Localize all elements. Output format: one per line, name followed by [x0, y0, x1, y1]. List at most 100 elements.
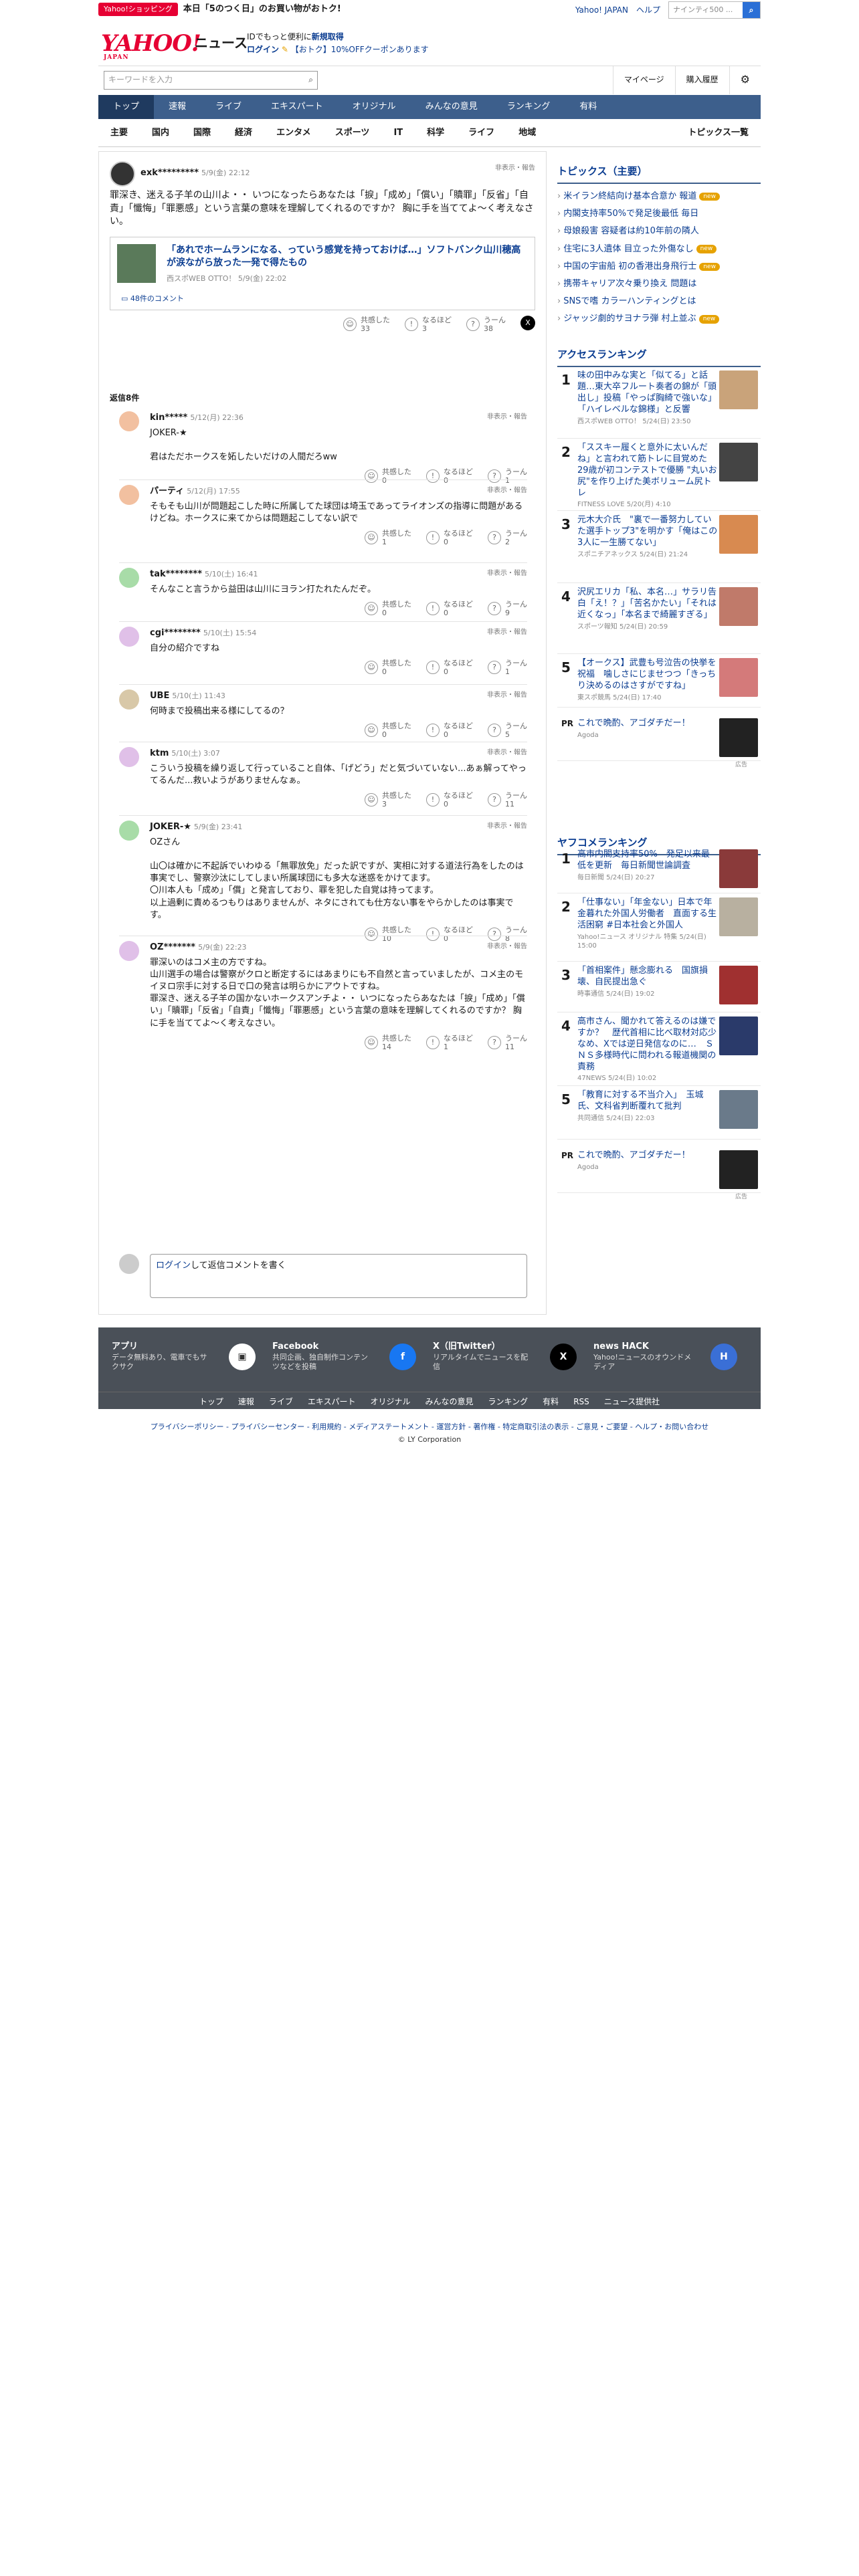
- footer-nav-link[interactable]: エキスパート: [308, 1396, 356, 1408]
- topic-title[interactable]: 携帯キャリア次々乗り換え 問題は: [563, 278, 696, 290]
- shopping-tag[interactable]: Yahoo!ショッピング: [98, 3, 178, 16]
- avatar[interactable]: [119, 627, 139, 647]
- avatar[interactable]: [119, 747, 139, 767]
- ranking-title-text[interactable]: 高市さん、聞かれて答えるのは嫌ですか？ 歴代首相に比べ取材対応少なめ、Xでは逆日…: [577, 1016, 717, 1072]
- comment-author[interactable]: tak********: [150, 569, 202, 579]
- footer-app-block[interactable]: news HACK Yahoo!ニュースのオウンドメディア H: [593, 1341, 751, 1381]
- coupon-link[interactable]: 【おトク】10%OFFクーポンあります: [291, 45, 429, 54]
- category-tab[interactable]: ライフ: [456, 127, 506, 139]
- ranking-thumbnail[interactable]: [719, 515, 758, 554]
- ranking-item[interactable]: 4 沢尻エリカ「私、本名…」サラリ告白「え！？」「苦名かたい」「それは近くなっ」「…: [557, 587, 761, 654]
- naruhodo-button[interactable]: ! なるほど 0: [426, 529, 473, 546]
- avatar[interactable]: [119, 411, 139, 431]
- pr-item[interactable]: PR これで晩酌、アゴダチだー！ Agoda 広告: [557, 1150, 761, 1200]
- nav-tab[interactable]: みんなの意見: [411, 95, 492, 119]
- topic-item[interactable]: 中国の宇宙船 初の香港出身飛行士new: [557, 258, 761, 276]
- newshack-icon[interactable]: H: [710, 1344, 737, 1370]
- comment-author[interactable]: JOKER-★: [150, 822, 191, 832]
- uun-button[interactable]: ? うーん 5: [488, 722, 527, 739]
- article-title[interactable]: 「あれでホームランになる、っていう感覚を持っておけば…」ソフトバンク山川穂高が涙…: [167, 244, 528, 270]
- footer-app-block[interactable]: X（旧Twitter） リアルタイムでニュースを配信 X: [433, 1341, 590, 1381]
- pr-title[interactable]: これで晩酌、アゴダチだー！ Agoda: [577, 718, 718, 740]
- ranking-thumbnail[interactable]: [719, 370, 758, 409]
- category-tab[interactable]: スポーツ: [323, 127, 382, 139]
- comment-author[interactable]: cgi********: [150, 628, 201, 638]
- ranking-thumbnail[interactable]: [719, 897, 758, 936]
- category-tab[interactable]: 地域: [506, 127, 548, 139]
- pr-title-text[interactable]: これで晩酌、アゴダチだー！: [577, 1150, 690, 1160]
- footer-nav-link[interactable]: ランキング: [488, 1396, 529, 1408]
- footer-nav-link[interactable]: ニュース提供社: [604, 1396, 660, 1408]
- login-link[interactable]: ログイン: [156, 1261, 191, 1271]
- login-link[interactable]: ログイン: [247, 45, 279, 54]
- uun-button[interactable]: ? うーん 38: [466, 316, 506, 333]
- naruhodo-button[interactable]: ! なるほど 0: [426, 600, 473, 617]
- comment-author[interactable]: kin*****: [150, 413, 187, 423]
- x-icon[interactable]: X: [550, 1344, 577, 1370]
- avatar[interactable]: [119, 485, 139, 505]
- ranking-thumbnail[interactable]: [719, 658, 758, 697]
- topics-list-link[interactable]: トピックス一覧: [676, 127, 761, 139]
- ranking-title[interactable]: 高市内閣支持率50% 発足以来最低を更新 毎日新聞世論調査 毎日新聞 5/24(日…: [577, 849, 718, 882]
- category-tab[interactable]: 国内: [140, 127, 181, 139]
- empathy-button[interactable]: ☺ 共感した 0: [365, 722, 411, 739]
- footer-app-block[interactable]: Facebook 共同企画、独自制作コンテンツなどを投稿 f: [272, 1341, 430, 1381]
- footer-app-block[interactable]: アプリ データ無料あり、電車でもサクサク ▣: [112, 1341, 269, 1381]
- ranking-title[interactable]: 味の田中みな実と「似てる」と話題…東大卒フルート奏者の錦が「頭出し」投稿「やっぱ…: [577, 370, 718, 426]
- topic-item[interactable]: 携帯キャリア次々乗り換え 問題は: [557, 276, 761, 293]
- help-link[interactable]: ヘルプ: [636, 5, 660, 16]
- ranking-title-text[interactable]: 「首相案件」懸念膨れる 国旗損壊、自民提出急ぐ: [577, 966, 708, 987]
- topic-item[interactable]: 内閣支持率50%で発足後最低 毎日: [557, 205, 761, 223]
- category-tab[interactable]: 経済: [223, 127, 264, 139]
- comments-link[interactable]: ▭ 48件のコメント: [121, 294, 184, 304]
- app-icon[interactable]: ▣: [229, 1344, 256, 1370]
- topic-title[interactable]: 母娘殺害 容疑者は約10年前の隣人: [563, 225, 699, 237]
- nav-tab[interactable]: エキスパート: [256, 95, 338, 119]
- ranking-item[interactable]: 2 「ススキー履くと意外に太いんだね」と言われて筋トレに目覚めた29歳が初コンテス…: [557, 443, 761, 511]
- ranking-title[interactable]: 「首相案件」懸念膨れる 国旗損壊、自民提出急ぐ 時事通信 5/24(日) 19:0…: [577, 966, 718, 998]
- comment-author[interactable]: exk*********: [140, 168, 199, 178]
- yahoo-logo[interactable]: YAHOO! JAPAN: [101, 28, 201, 61]
- ranking-title-text[interactable]: 【オークス】武豊も号泣告の快挙を祝福 噛しさにじませつつ「きっちり決めるのはさす…: [577, 658, 717, 691]
- legal-links[interactable]: プライバシーポリシー - プライバシーセンター - 利用規約 - メディアステー…: [98, 1422, 761, 1432]
- naruhodo-button[interactable]: ! なるほど 0: [426, 791, 473, 809]
- pr-title-text[interactable]: これで晩酌、アゴダチだー！: [577, 718, 690, 728]
- ranking-item[interactable]: 5 【オークス】武豊も号泣告の快挙を祝福 噛しさにじませつつ「きっちり決めるのはさ…: [557, 658, 761, 708]
- keyword-search[interactable]: キーワードを入力 ⌕: [104, 70, 318, 90]
- purchase-history-link[interactable]: 購入履歴: [674, 66, 729, 94]
- pr-item[interactable]: PR これで晩酌、アゴダチだー！ Agoda 広告: [557, 718, 761, 768]
- naruhodo-button[interactable]: ! なるほど 3: [405, 316, 452, 333]
- topic-title[interactable]: 中国の宇宙船 初の香港出身飛行士: [563, 261, 696, 273]
- ranking-thumbnail[interactable]: [719, 1090, 758, 1129]
- naruhodo-button[interactable]: ! なるほど 1: [426, 1034, 473, 1051]
- uun-button[interactable]: ? うーん 2: [488, 529, 527, 546]
- ranking-title-text[interactable]: 高市内閣支持率50% 発足以来最低を更新 毎日新聞世論調査: [577, 849, 710, 871]
- uun-button[interactable]: ? うーん 11: [488, 1034, 527, 1051]
- topic-item[interactable]: ジャッジ劇的サヨナラ弾 村上並ぶnew: [557, 310, 761, 328]
- avatar[interactable]: [119, 821, 139, 841]
- keyword-input[interactable]: キーワードを入力: [108, 74, 173, 86]
- ranking-thumbnail[interactable]: [719, 849, 758, 888]
- ranking-title-text[interactable]: 沢尻エリカ「私、本名…」サラリ告白「え！？」「苦名かたい」「それは近くなっ」「本…: [577, 587, 717, 620]
- category-tab[interactable]: 科学: [415, 127, 456, 139]
- report-link[interactable]: 非表示・報告: [487, 628, 527, 637]
- uun-button[interactable]: ? うーん 1: [488, 659, 527, 676]
- empathy-button[interactable]: ☺ 共感した 3: [365, 791, 411, 809]
- report-link[interactable]: 非表示・報告: [495, 164, 535, 173]
- ranking-item[interactable]: 3 「首相案件」懸念膨れる 国旗損壊、自民提出急ぐ 時事通信 5/24(日) 19:…: [557, 966, 761, 1012]
- naruhodo-button[interactable]: ! なるほど 0: [426, 659, 473, 676]
- pr-title[interactable]: これで晩酌、アゴダチだー！ Agoda: [577, 1150, 718, 1172]
- empathy-button[interactable]: ☺ 共感した 0: [365, 659, 411, 676]
- ranking-thumbnail[interactable]: [719, 966, 758, 1004]
- topic-title[interactable]: 住宅に3人遺体 目立った外傷なし: [563, 243, 693, 255]
- nav-tab[interactable]: 速報: [154, 95, 201, 119]
- ranking-thumbnail[interactable]: [719, 443, 758, 481]
- topic-item[interactable]: 住宅に3人遺体 目立った外傷なしnew: [557, 241, 761, 258]
- report-link[interactable]: 非表示・報告: [487, 822, 527, 831]
- footer-nav-link[interactable]: トップ: [199, 1396, 223, 1408]
- footer-nav-link[interactable]: 有料: [543, 1396, 559, 1408]
- topic-title[interactable]: ジャッジ劇的サヨナラ弾 村上並ぶ: [563, 313, 696, 325]
- footer-nav-link[interactable]: ライブ: [269, 1396, 293, 1408]
- ranking-title[interactable]: 元木大介氏 "裏で一番努力していた選手トップ3"を明かす「俺はこの3人に一生勝て…: [577, 515, 718, 559]
- yahoo-japan-link[interactable]: Yahoo! JAPAN: [575, 5, 628, 16]
